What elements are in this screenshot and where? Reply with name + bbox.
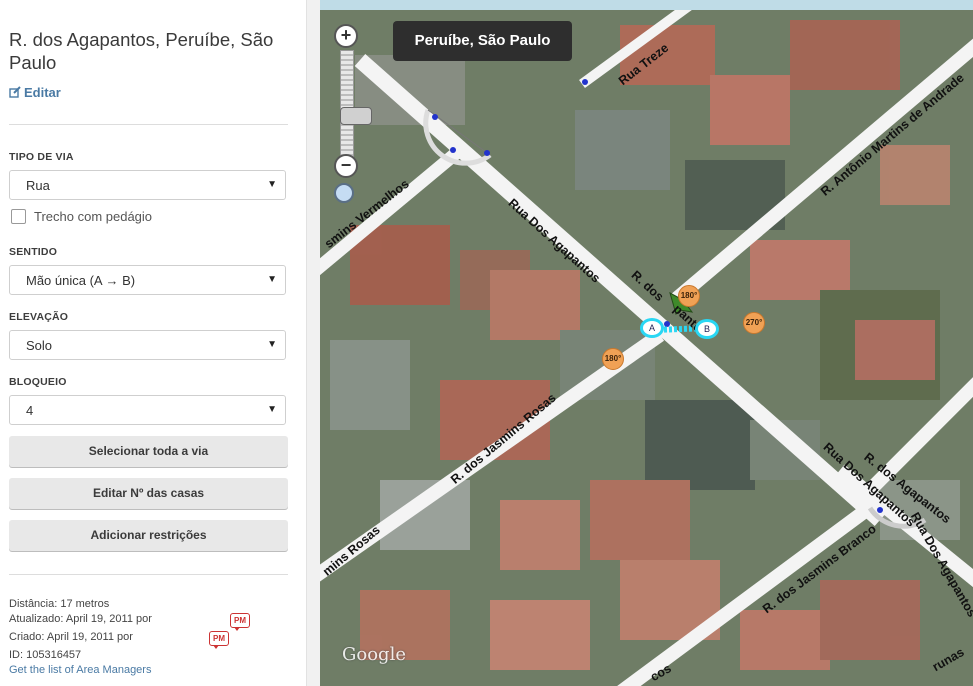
locate-me-icon[interactable] bbox=[334, 183, 354, 203]
elevation-value: Solo bbox=[26, 338, 53, 353]
elevation-select[interactable]: Solo ▼ bbox=[9, 330, 286, 360]
select-entire-street-button[interactable]: Selecionar toda a via bbox=[9, 436, 288, 467]
private-message-icon[interactable]: PM bbox=[230, 613, 250, 631]
segment-node-b[interactable]: B bbox=[695, 319, 719, 339]
divider bbox=[9, 574, 288, 575]
direction-select[interactable]: Mão única (A → B) ▼ bbox=[9, 265, 286, 295]
location-badge: Peruíbe, São Paulo bbox=[393, 21, 572, 61]
distance-text: Distância: 17 metros bbox=[9, 598, 110, 610]
chevron-down-icon: ▼ bbox=[267, 179, 277, 190]
chevron-down-icon: ▼ bbox=[267, 404, 277, 415]
chevron-down-icon: ▼ bbox=[267, 339, 277, 350]
sidebar-scrollbar[interactable] bbox=[306, 0, 321, 686]
edit-house-numbers-button[interactable]: Editar Nº das casas bbox=[9, 478, 288, 509]
edit-label: Editar bbox=[24, 85, 61, 100]
zoom-control: + − bbox=[332, 22, 372, 202]
lock-select[interactable]: 4 ▼ bbox=[9, 395, 286, 425]
chevron-down-icon: ▼ bbox=[267, 274, 277, 285]
map-canvas[interactable]: Rua Treze R. Antônio Martins de Andrade … bbox=[320, 0, 973, 686]
lock-value: 4 bbox=[26, 403, 34, 418]
direction-value: Mão única (A → B) bbox=[26, 273, 136, 288]
map-top-bar bbox=[320, 0, 973, 10]
segment-id: ID: 105316457 bbox=[9, 649, 82, 661]
checkbox-icon[interactable] bbox=[11, 209, 26, 224]
lock-label: BLOQUEIO bbox=[9, 376, 67, 388]
elevation-label: ELEVAÇÃO bbox=[9, 311, 69, 323]
edit-address-button[interactable]: Editar bbox=[9, 85, 61, 100]
road-type-label: TIPO DE VIA bbox=[9, 151, 74, 163]
zoom-slider-handle[interactable] bbox=[340, 107, 372, 125]
add-restrictions-button[interactable]: Adicionar restrições bbox=[9, 520, 288, 551]
created-text: Criado: April 19, 2011 por bbox=[9, 631, 133, 643]
road-type-value: Rua bbox=[26, 178, 50, 193]
segment-node-a[interactable]: A bbox=[640, 318, 664, 338]
zoom-slider[interactable] bbox=[340, 50, 372, 158]
pencil-icon bbox=[9, 86, 21, 98]
turn-angle-chip[interactable]: 180° bbox=[678, 285, 700, 307]
turn-angle-chip[interactable]: 270° bbox=[743, 312, 765, 334]
divider bbox=[9, 124, 288, 125]
road-type-select[interactable]: Rua ▼ bbox=[9, 170, 286, 200]
direction-label: SENTIDO bbox=[9, 246, 58, 258]
satellite-map bbox=[320, 0, 973, 686]
updated-text: Atualizado: April 19, 2011 por bbox=[9, 613, 152, 625]
toll-label: Trecho com pedágio bbox=[34, 209, 153, 224]
zoom-in-button[interactable]: + bbox=[334, 24, 358, 48]
area-managers-link[interactable]: Get the list of Area Managers bbox=[9, 664, 151, 676]
private-message-icon[interactable]: PM bbox=[209, 631, 229, 649]
turn-angle-chip[interactable]: 180° bbox=[602, 348, 624, 370]
segment-title: R. dos Agapantos, Peruíbe, São Paulo bbox=[9, 29, 274, 73]
google-logo: Google bbox=[342, 644, 406, 665]
segment-sidebar: R. dos Agapantos, Peruíbe, São Paulo Edi… bbox=[0, 0, 306, 686]
zoom-out-button[interactable]: − bbox=[334, 154, 358, 178]
